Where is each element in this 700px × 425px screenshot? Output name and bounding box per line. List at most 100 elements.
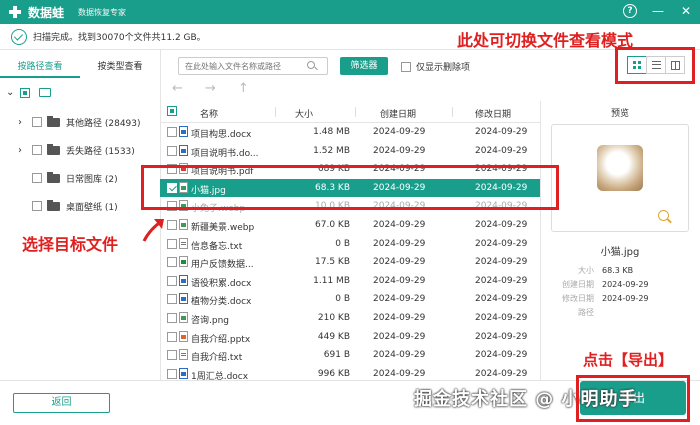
file-size: 449 KB — [317, 331, 350, 342]
file-created: 2024-09-29 — [373, 368, 426, 379]
file-created: 2024-09-29 — [373, 145, 426, 156]
filter-button[interactable]: 筛选器 — [340, 57, 388, 75]
table-row[interactable]: 自我介绍.txt 691 B 2024-09-29 2024-09-29 — [160, 346, 540, 364]
file-size: 1.48 MB — [313, 127, 350, 137]
back-arrow-icon[interactable]: ← — [172, 81, 183, 96]
help-button[interactable]: ? — [622, 3, 638, 19]
row-checkbox[interactable] — [167, 220, 177, 230]
tab-by-path[interactable]: 按路径查看 — [0, 56, 80, 78]
help-icon: ? — [623, 4, 637, 18]
app-name: 数据蛙 — [28, 5, 65, 20]
zoom-icon[interactable] — [658, 210, 672, 224]
column-size-header[interactable]: 大小 — [295, 107, 313, 120]
row-checkbox[interactable] — [167, 313, 177, 323]
file-created: 2024-09-29 — [373, 331, 426, 342]
annotation-view-mode: 此处可切换文件查看模式 — [457, 31, 634, 50]
table-row[interactable]: 信息备忘.txt 0 B 2024-09-29 2024-09-29 — [160, 235, 540, 253]
close-button[interactable]: ✕ — [678, 3, 694, 19]
preview-meta-size: 大小 68.3 KB — [578, 266, 634, 275]
chevron-down-icon[interactable]: ⌄ — [6, 87, 15, 98]
only-deleted-label: 仅显示删除项 — [416, 63, 471, 73]
tree-root-checkbox[interactable] — [20, 87, 30, 98]
highlight-selected-file — [141, 165, 559, 210]
table-row[interactable]: 项目构思.docx 1.48 MB 2024-09-29 2024-09-29 — [160, 123, 540, 141]
folder-icon — [47, 143, 60, 155]
column-name-header[interactable]: 名称 — [200, 107, 218, 120]
preview-meta-created: 创建日期 2024-09-29 — [562, 280, 649, 289]
tree-item-label: 其他路径 (28493) — [66, 118, 141, 129]
tree-item-checkbox[interactable] — [32, 201, 42, 211]
drive-icon — [39, 88, 51, 97]
highlight-export-button — [576, 375, 690, 422]
file-type-icon — [179, 349, 188, 361]
row-checkbox[interactable] — [167, 275, 177, 286]
row-checkbox[interactable] — [167, 127, 177, 137]
minimize-button[interactable]: — — [650, 3, 666, 19]
preview-panel — [551, 124, 689, 232]
file-name: 咨询.png — [191, 316, 229, 326]
tree-item-daily-gallery[interactable]: 日常图库 (2) — [18, 171, 118, 185]
tree-item-label: 日常图库 (2) — [66, 174, 118, 185]
preview-file-name: 小猫.jpg — [600, 247, 640, 258]
tree-root[interactable]: ⌄ — [6, 87, 51, 98]
tree-item-desktop-wallpaper[interactable]: 桌面壁纸 (1) — [18, 199, 118, 213]
back-button[interactable]: 返回 — [13, 393, 110, 413]
file-name: 信息备忘.txt — [191, 241, 243, 252]
file-size: 17.5 KB — [315, 257, 350, 268]
tab-by-type[interactable]: 按类型查看 — [80, 56, 160, 78]
close-icon: ✕ — [680, 4, 692, 18]
column-created-header[interactable]: 创建日期 — [380, 107, 416, 120]
tree-item-checkbox[interactable] — [32, 145, 42, 155]
view-mode-tabs: 按路径查看 按类型查看 — [0, 56, 160, 78]
search-icon[interactable] — [307, 61, 317, 71]
column-modified-header[interactable]: 修改日期 — [475, 107, 511, 120]
file-modified: 2024-09-29 — [475, 127, 528, 137]
select-all-checkbox[interactable] — [167, 106, 177, 116]
logo-icon — [8, 5, 22, 19]
row-checkbox[interactable] — [167, 331, 177, 342]
table-row[interactable]: 用户反馈数据... 17.5 KB 2024-09-29 2024-09-29 — [160, 253, 540, 271]
file-type-icon — [179, 256, 188, 268]
file-size: 0 B — [335, 238, 350, 249]
minimize-icon: — — [652, 4, 664, 18]
search-box[interactable] — [178, 57, 328, 75]
row-checkbox[interactable] — [167, 257, 177, 268]
chevron-right-icon[interactable]: › — [18, 117, 27, 128]
row-checkbox[interactable] — [167, 350, 177, 361]
search-input[interactable] — [185, 61, 307, 71]
file-size: 691 B — [323, 350, 350, 361]
row-checkbox[interactable] — [167, 294, 177, 305]
only-deleted-toggle[interactable]: 仅显示删除项 — [401, 60, 470, 73]
table-row[interactable]: 自我介绍.pptx 449 KB 2024-09-29 2024-09-29 — [160, 328, 540, 346]
table-row[interactable]: 咨询.png 210 KB 2024-09-29 2024-09-29 — [160, 309, 540, 327]
table-row[interactable]: 植物分类.docx 0 B 2024-09-29 2024-09-29 — [160, 290, 540, 308]
annotation-arrow-icon — [142, 219, 164, 242]
file-modified: 2024-09-29 — [475, 257, 528, 268]
file-created: 2024-09-29 — [373, 127, 426, 137]
row-checkbox[interactable] — [167, 238, 177, 249]
annotation-export: 点击【导出】 — [583, 351, 674, 369]
file-name: 新疆美景.webp — [191, 223, 255, 233]
up-arrow-icon[interactable]: ↑ — [238, 81, 249, 96]
only-deleted-checkbox[interactable] — [401, 61, 411, 72]
row-checkbox[interactable] — [167, 145, 177, 156]
file-created: 2024-09-29 — [373, 257, 426, 268]
table-row[interactable]: 新疆美景.webp 67.0 KB 2024-09-29 2024-09-29 — [160, 216, 540, 234]
table-row[interactable]: 项目说明书.do... 1.52 MB 2024-09-29 2024-09-29 — [160, 142, 540, 160]
tree-item-checkbox[interactable] — [32, 173, 42, 183]
file-name: 项目构思.docx — [191, 130, 252, 140]
chevron-right-icon[interactable]: › — [18, 145, 27, 156]
table-row[interactable]: 语役积累.docx 1.11 MB 2024-09-29 2024-09-29 — [160, 272, 540, 290]
tree-item-label: 丢失路径 (1533) — [66, 146, 135, 157]
file-name: 语役积累.docx — [191, 278, 252, 289]
forward-arrow-icon[interactable]: → — [205, 81, 216, 96]
file-modified: 2024-09-29 — [475, 350, 528, 361]
tree-item-checkbox[interactable] — [32, 117, 42, 127]
row-checkbox[interactable] — [167, 368, 177, 379]
scan-status-text: 扫描完成。找到30070个文件共11.2 GB。 — [33, 33, 206, 43]
file-type-icon — [179, 219, 188, 230]
tree-item-other-paths[interactable]: › 其他路径 (28493) — [18, 115, 141, 129]
file-type-icon — [179, 274, 188, 286]
preview-image — [597, 145, 643, 191]
tree-item-lost-paths[interactable]: › 丢失路径 (1533) — [18, 143, 135, 157]
